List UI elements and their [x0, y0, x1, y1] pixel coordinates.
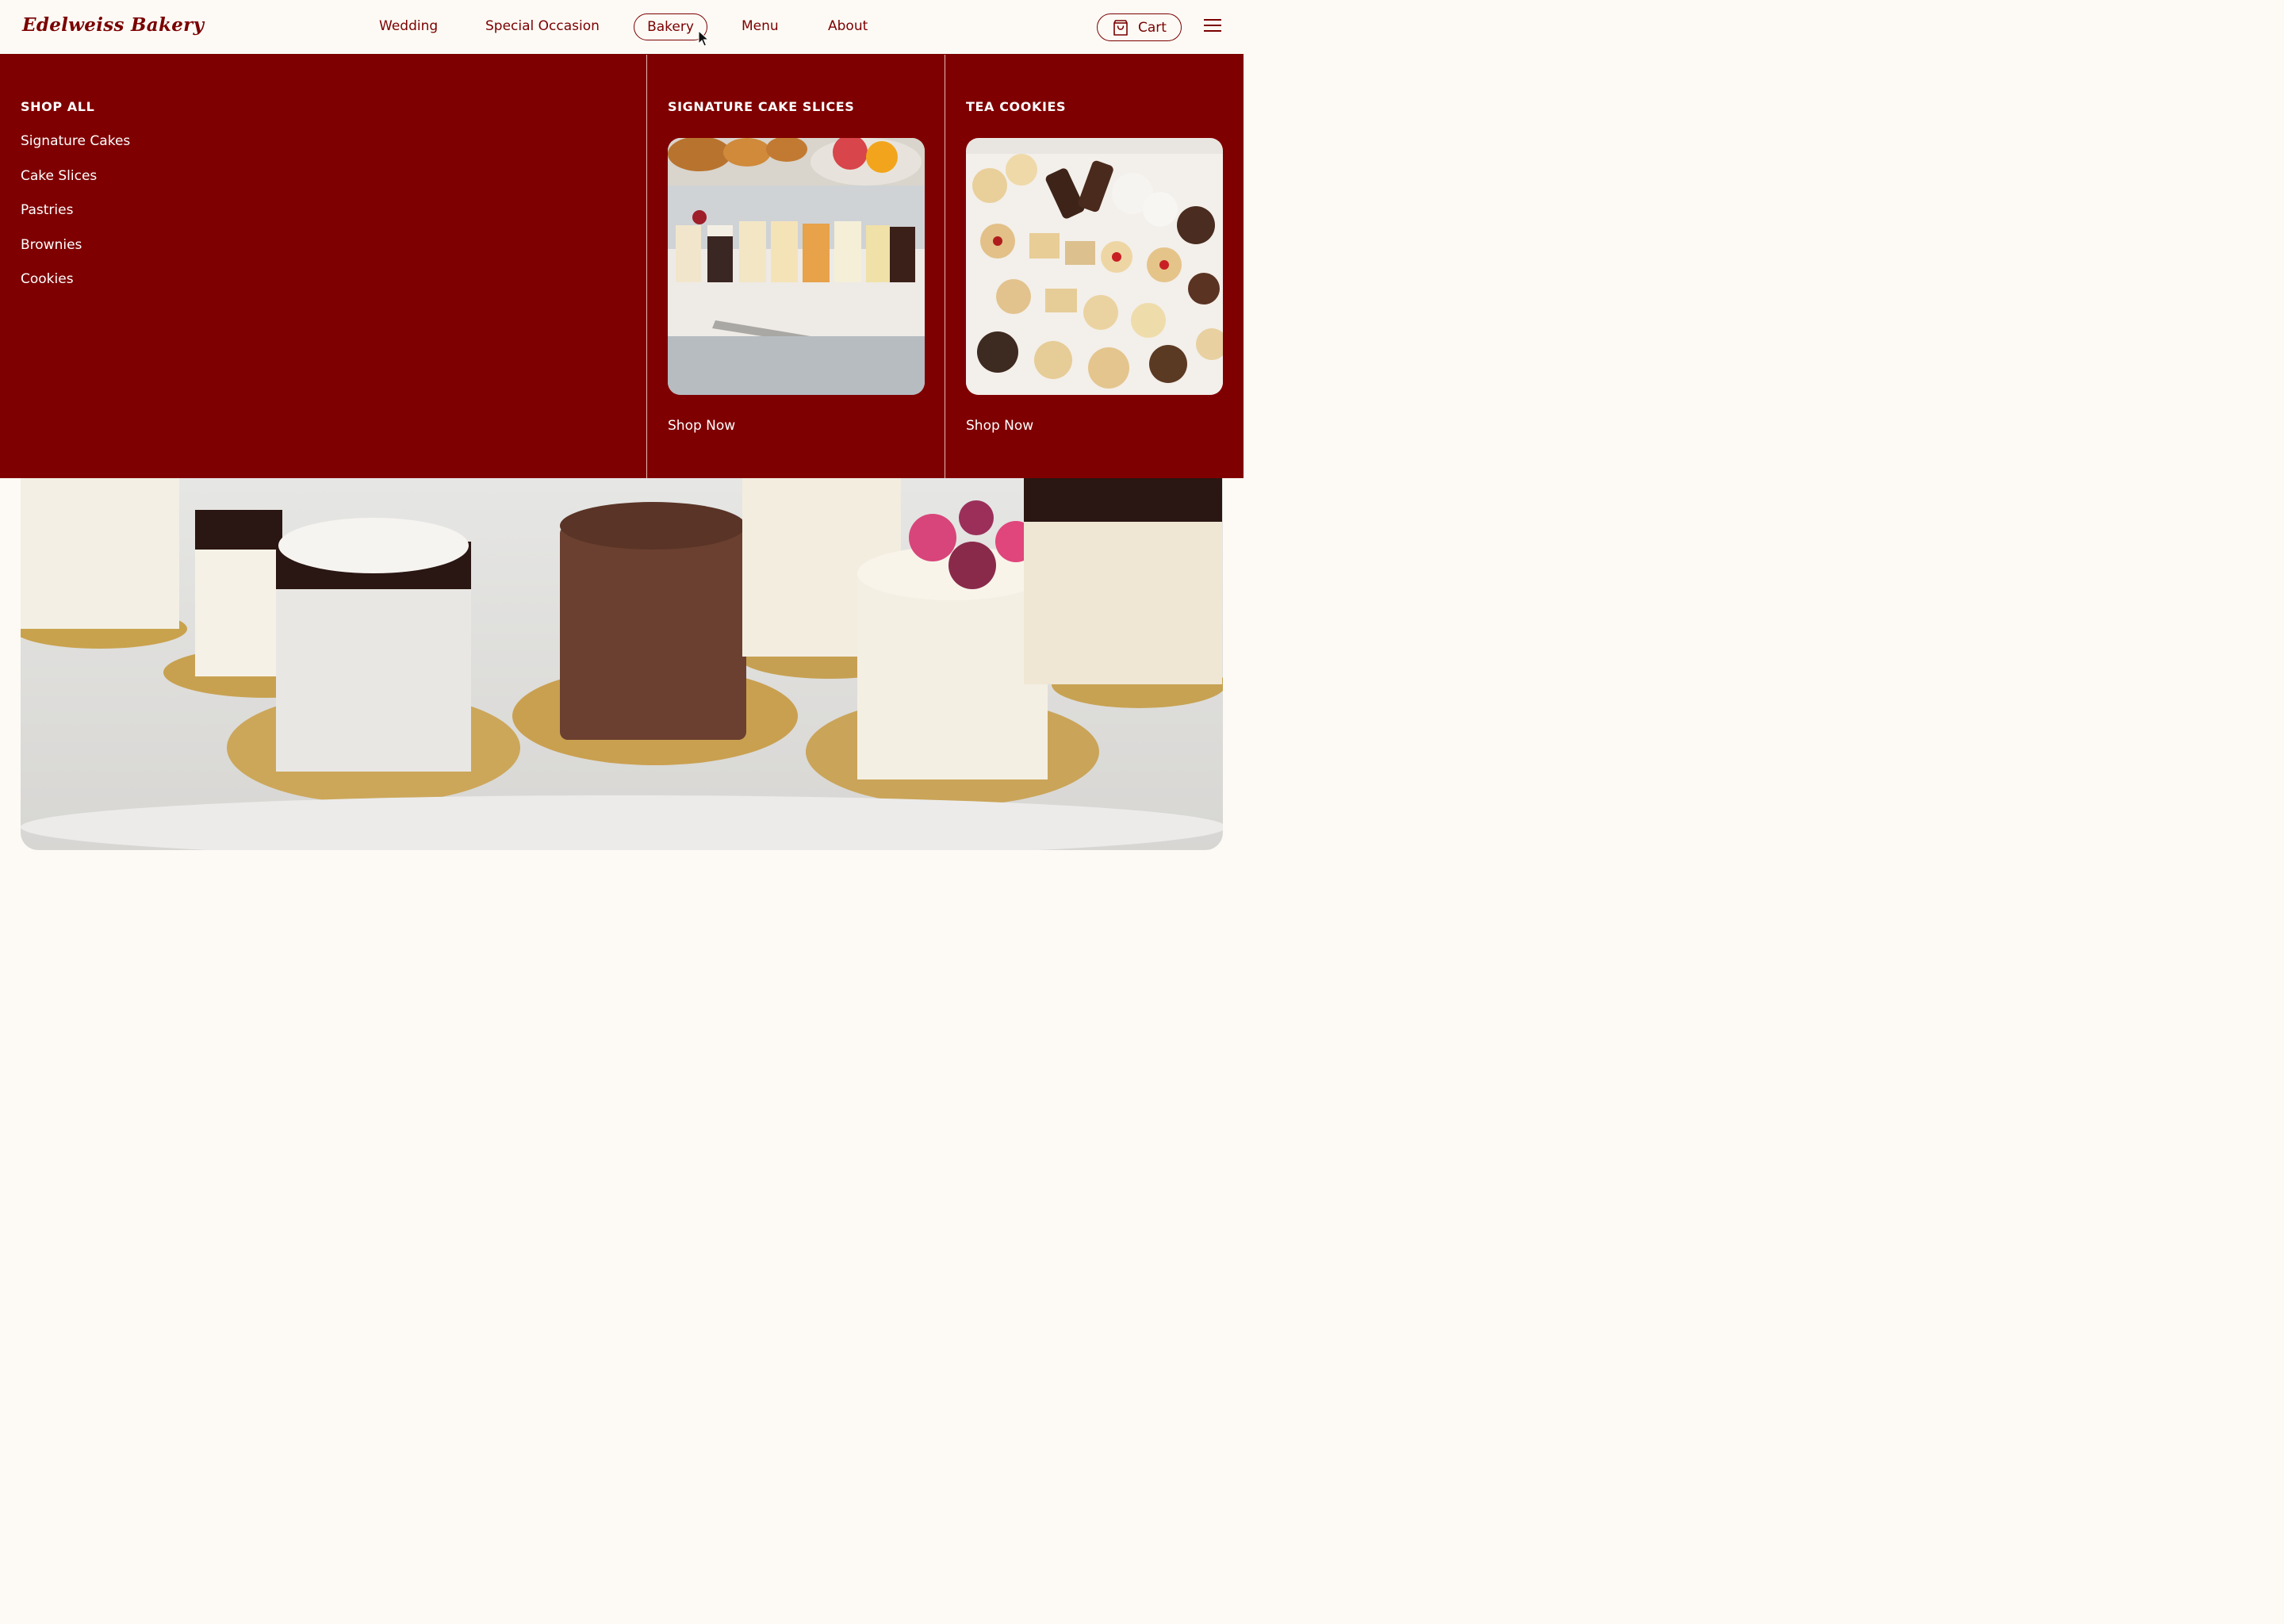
- nav-menu[interactable]: Menu: [742, 18, 779, 34]
- signature-cake-slices-heading: SIGNATURE CAKE SLICES: [668, 99, 855, 114]
- nav-bakery[interactable]: Bakery: [634, 13, 707, 40]
- cart-label: Cart: [1138, 19, 1167, 36]
- cart-button[interactable]: Cart: [1097, 13, 1182, 41]
- hero-cakes-image: [21, 478, 1223, 850]
- shop-now-cake-slices[interactable]: Shop Now: [668, 418, 735, 434]
- tea-cookies-image[interactable]: [966, 138, 1223, 395]
- hamburger-menu-icon[interactable]: [1204, 19, 1221, 35]
- site-header: Edelweiss Bakery Wedding Special Occasio…: [0, 0, 1244, 55]
- shop-all-links: Signature Cakes Cake Slices Pastries Bro…: [21, 132, 130, 305]
- shop-now-tea-cookies[interactable]: Shop Now: [966, 418, 1033, 434]
- shopping-bag-icon: [1113, 19, 1128, 36]
- logo[interactable]: Edelweiss Bakery: [22, 14, 204, 36]
- cake-slices-image[interactable]: [668, 138, 925, 395]
- nav-special-occasion[interactable]: Special Occasion: [485, 18, 600, 34]
- link-brownies[interactable]: Brownies: [21, 236, 130, 271]
- nav-about[interactable]: About: [828, 18, 868, 34]
- mouse-cursor-icon: [698, 30, 709, 47]
- column-divider: [646, 55, 647, 478]
- nav-wedding[interactable]: Wedding: [379, 18, 438, 34]
- link-cookies[interactable]: Cookies: [21, 270, 130, 305]
- bakery-mega-menu: SHOP ALL Signature Cakes Cake Slices Pas…: [0, 55, 1244, 478]
- link-cake-slices[interactable]: Cake Slices: [21, 167, 130, 202]
- tea-cookies-heading: TEA COOKIES: [966, 99, 1067, 114]
- shop-all-heading: SHOP ALL: [21, 99, 95, 114]
- link-signature-cakes[interactable]: Signature Cakes: [21, 132, 130, 167]
- link-pastries[interactable]: Pastries: [21, 201, 130, 236]
